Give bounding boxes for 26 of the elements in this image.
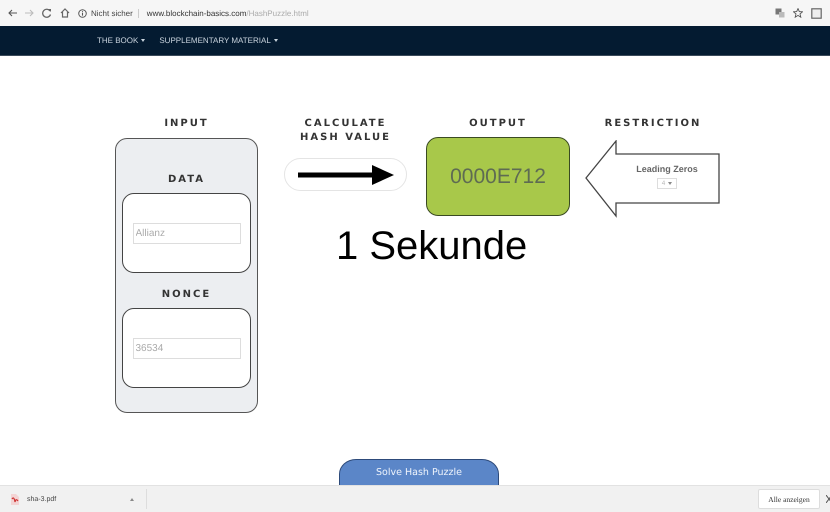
extension-icon[interactable] (811, 8, 822, 18)
column-heading: CALCULATE HASH VALUE (299, 117, 392, 145)
nav-menu[interactable]: SUPPLEMENTARY MATERIAL (159, 36, 271, 45)
pdf-file-icon (10, 494, 19, 504)
column-heading: OUTPUT (469, 117, 527, 131)
info-icon[interactable] (78, 8, 87, 18)
column-heading: INPUT (164, 117, 209, 131)
translate-icon[interactable] (775, 8, 785, 18)
right-arrow-icon (298, 164, 394, 184)
caret-icon[interactable] (130, 498, 134, 500)
overlay-caption: 1 Sekunde (336, 223, 528, 270)
home-icon[interactable] (60, 8, 70, 18)
caret-icon (668, 182, 672, 185)
caret-icon (274, 39, 278, 42)
column-heading: RESTRICTION (604, 117, 702, 131)
reload-icon[interactable] (42, 8, 52, 18)
address-field[interactable]: www.blockchain-basics.com/HashPuzzle.html (146, 8, 309, 18)
back-icon[interactable] (8, 9, 17, 17)
security-label[interactable]: Nicht sicher (91, 8, 139, 18)
restriction-label: Leading Zeros (636, 164, 698, 174)
caret-icon (141, 39, 146, 42)
hash-output: 0000E712 (426, 137, 570, 216)
star-icon[interactable] (793, 8, 803, 18)
nav-menu[interactable]: THE BOOK (97, 36, 138, 45)
field-label: NONCE (162, 288, 212, 302)
field-label: DATA (168, 173, 206, 187)
